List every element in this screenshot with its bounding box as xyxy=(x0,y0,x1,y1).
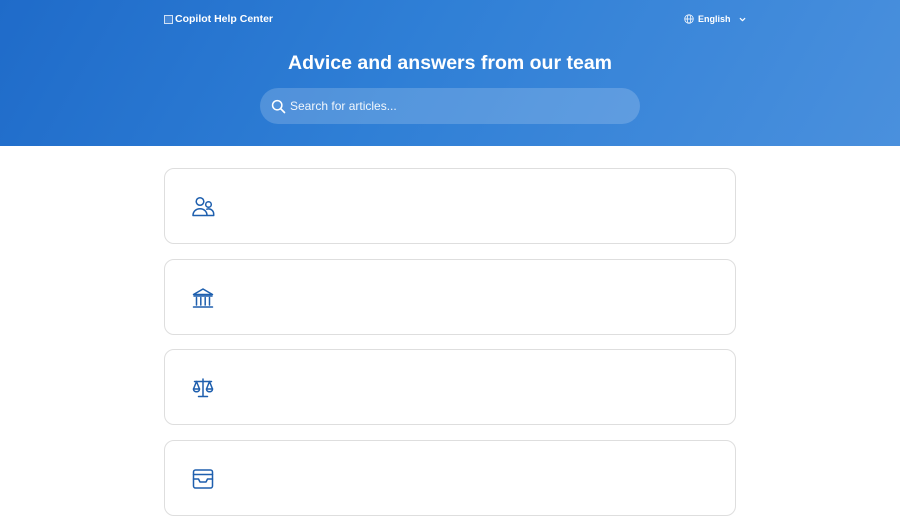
broken-image-icon xyxy=(164,14,173,24)
search-icon xyxy=(271,99,286,113)
help-center-logo[interactable]: Copilot Help Center xyxy=(164,12,273,26)
globe-icon xyxy=(684,14,694,24)
collection-card-people[interactable] xyxy=(164,168,736,244)
search-bar[interactable] xyxy=(260,88,640,124)
collection-card-inbox[interactable] xyxy=(164,440,736,516)
collection-card-bank[interactable] xyxy=(164,259,736,335)
language-selector[interactable]: English xyxy=(684,12,747,26)
language-label: English xyxy=(698,14,731,24)
hero-banner: Copilot Help Center English Advice and a… xyxy=(0,0,900,146)
chevron-down-icon xyxy=(739,17,745,21)
search-input[interactable] xyxy=(290,99,610,113)
people-icon xyxy=(191,195,215,219)
page-title: Advice and answers from our team xyxy=(287,52,613,74)
logo-text: Copilot Help Center xyxy=(175,13,274,25)
collection-card-scales[interactable] xyxy=(164,349,736,425)
bank-icon xyxy=(191,286,215,310)
scales-icon xyxy=(191,376,215,400)
inbox-icon xyxy=(191,467,215,491)
